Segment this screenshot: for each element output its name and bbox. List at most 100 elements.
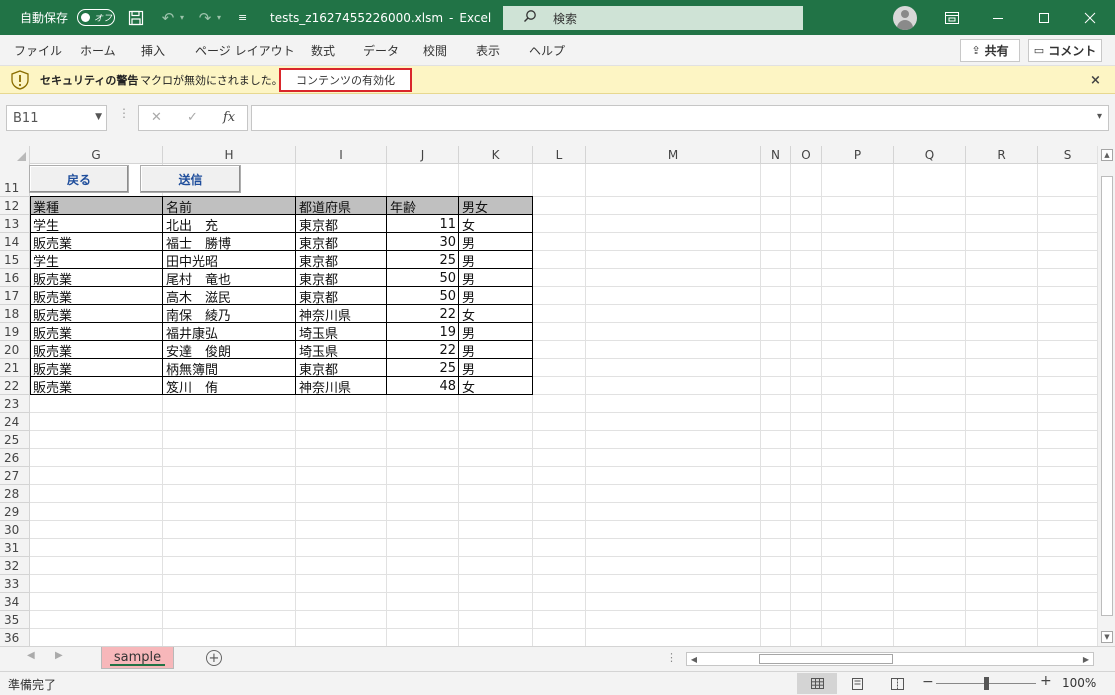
table-cell[interactable]: 神奈川県: [296, 305, 387, 324]
table-cell[interactable]: 東京都: [296, 359, 387, 378]
table-cell[interactable]: 販売業: [30, 377, 163, 396]
scroll-right-icon[interactable]: ▶: [1080, 653, 1092, 665]
table-cell[interactable]: 30: [387, 233, 459, 251]
table-cell[interactable]: 埼玉県: [296, 341, 387, 360]
table-cell[interactable]: 販売業: [30, 323, 163, 342]
table-header-cell[interactable]: 男女: [459, 197, 533, 216]
table-cell[interactable]: 男: [459, 233, 533, 252]
next-sheet-icon[interactable]: ▶: [55, 650, 63, 661]
formula-input[interactable]: ▾: [251, 105, 1109, 131]
row-header[interactable]: 20: [0, 341, 30, 359]
table-cell[interactable]: 男: [459, 269, 533, 288]
name-box[interactable]: B11 ▼: [6, 105, 107, 131]
row-header[interactable]: 23: [0, 395, 30, 413]
sheet-tab-sample[interactable]: sample: [101, 647, 174, 669]
table-cell[interactable]: 北出 充: [163, 215, 296, 234]
tab-page-layout[interactable]: ページ レイアウト: [195, 35, 295, 66]
table-cell[interactable]: 販売業: [30, 233, 163, 252]
expand-formula-icon[interactable]: ▾: [1097, 111, 1102, 122]
scroll-up-icon[interactable]: ▲: [1101, 149, 1113, 161]
table-cell[interactable]: 女: [459, 377, 533, 396]
tab-split-grip-icon[interactable]: ⋮: [666, 651, 677, 664]
row-header[interactable]: 16: [0, 269, 30, 287]
undo-dropdown-icon[interactable]: ▾: [180, 0, 184, 35]
row-header[interactable]: 15: [0, 251, 30, 269]
tab-data[interactable]: データ: [363, 35, 399, 66]
row-header[interactable]: 35: [0, 611, 30, 629]
table-cell[interactable]: 25: [387, 359, 459, 377]
horizontal-scroll-thumb[interactable]: [759, 654, 893, 664]
row-header[interactable]: 22: [0, 377, 30, 395]
row-header[interactable]: 36: [0, 629, 30, 646]
page-break-preview-icon[interactable]: [877, 673, 917, 694]
scroll-down-icon[interactable]: ▼: [1101, 631, 1113, 643]
table-cell[interactable]: 販売業: [30, 287, 163, 306]
ribbon-display-options-icon[interactable]: [929, 0, 975, 35]
table-cell[interactable]: 福井康弘: [163, 323, 296, 342]
tab-view[interactable]: 表示: [476, 35, 500, 66]
table-cell[interactable]: 22: [387, 305, 459, 323]
table-cell[interactable]: 販売業: [30, 341, 163, 360]
redo-icon[interactable]: ↷: [194, 0, 216, 35]
table-header-cell[interactable]: 名前: [163, 197, 296, 216]
tab-home[interactable]: ホーム: [80, 35, 116, 66]
col-header-k[interactable]: K: [459, 146, 533, 164]
redo-dropdown-icon[interactable]: ▾: [217, 0, 221, 35]
col-header-s[interactable]: S: [1038, 146, 1097, 164]
enable-content-button[interactable]: コンテンツの有効化: [279, 68, 412, 92]
col-header-n[interactable]: N: [761, 146, 791, 164]
table-cell[interactable]: 東京都: [296, 215, 387, 234]
col-header-h[interactable]: H: [163, 146, 296, 164]
table-cell[interactable]: 販売業: [30, 305, 163, 324]
search-box[interactable]: 検索: [503, 6, 803, 30]
table-cell[interactable]: 男: [459, 341, 533, 360]
row-header[interactable]: 17: [0, 287, 30, 305]
table-cell[interactable]: 東京都: [296, 233, 387, 252]
table-cell[interactable]: 販売業: [30, 359, 163, 378]
table-cell[interactable]: 19: [387, 323, 459, 341]
table-cell[interactable]: 男: [459, 359, 533, 378]
table-cell[interactable]: 男: [459, 287, 533, 306]
cancel-icon[interactable]: ✕: [151, 110, 162, 125]
row-header[interactable]: 18: [0, 305, 30, 323]
table-cell[interactable]: 東京都: [296, 269, 387, 288]
row-header[interactable]: 31: [0, 539, 30, 557]
col-header-l[interactable]: L: [533, 146, 586, 164]
send-button[interactable]: 送信: [140, 165, 241, 193]
insert-function-icon[interactable]: fx: [223, 110, 235, 125]
horizontal-scrollbar[interactable]: ◀ ▶: [686, 652, 1094, 666]
table-cell[interactable]: 埼玉県: [296, 323, 387, 342]
row-header[interactable]: 29: [0, 503, 30, 521]
row-header[interactable]: 24: [0, 413, 30, 431]
table-cell[interactable]: 尾村 竜也: [163, 269, 296, 288]
col-header-o[interactable]: O: [791, 146, 822, 164]
table-cell[interactable]: 11: [387, 215, 459, 233]
table-cell[interactable]: 22: [387, 341, 459, 359]
table-cell[interactable]: 女: [459, 305, 533, 324]
col-header-j[interactable]: J: [387, 146, 459, 164]
col-header-q[interactable]: Q: [894, 146, 966, 164]
table-cell[interactable]: 学生: [30, 215, 163, 234]
table-header-cell[interactable]: 業種: [30, 197, 163, 216]
table-cell[interactable]: 女: [459, 215, 533, 234]
zoom-in-icon[interactable]: +: [1040, 673, 1052, 689]
zoom-slider-thumb[interactable]: [984, 677, 989, 690]
table-cell[interactable]: 南保 綾乃: [163, 305, 296, 324]
table-cell[interactable]: 50: [387, 287, 459, 305]
table-cell[interactable]: 50: [387, 269, 459, 287]
table-cell[interactable]: 東京都: [296, 287, 387, 306]
table-header-cell[interactable]: 年齢: [387, 197, 459, 216]
prev-sheet-icon[interactable]: ◀: [27, 650, 35, 661]
table-cell[interactable]: 笈川 侑: [163, 377, 296, 396]
row-header[interactable]: 12: [0, 197, 30, 215]
row-header[interactable]: 19: [0, 323, 30, 341]
row-header[interactable]: 25: [0, 431, 30, 449]
table-cell[interactable]: 福士 勝博: [163, 233, 296, 252]
row-header[interactable]: 30: [0, 521, 30, 539]
page-layout-view-icon[interactable]: [837, 673, 877, 694]
comments-button[interactable]: ▭ コメント: [1028, 39, 1102, 62]
table-cell[interactable]: 東京都: [296, 251, 387, 270]
table-cell[interactable]: 販売業: [30, 269, 163, 288]
save-icon[interactable]: [125, 0, 147, 35]
minimize-icon[interactable]: [975, 0, 1021, 35]
